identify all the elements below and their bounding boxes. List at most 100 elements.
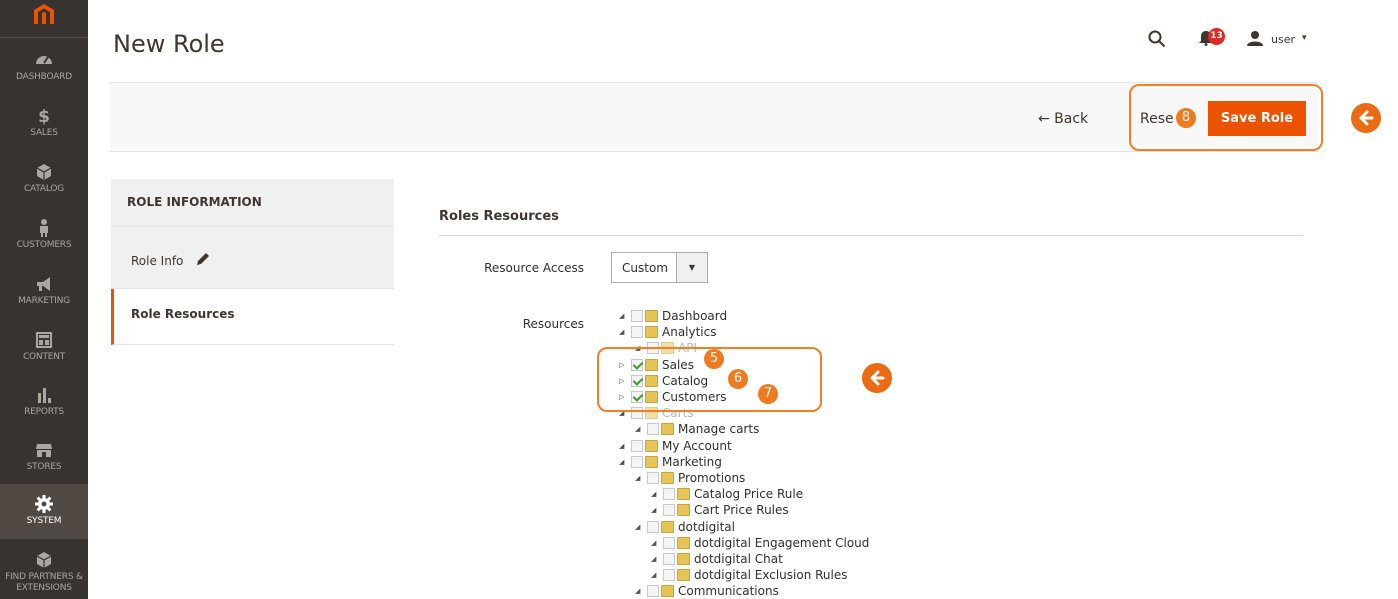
folder-icon <box>645 310 658 322</box>
dashboard-icon <box>36 56 52 64</box>
tree-node-label[interactable]: Catalog Price Rule <box>694 487 803 501</box>
tree-node[interactable]: ◢ dotdigital Exclusion Rules <box>651 567 848 583</box>
bar-chart-icon <box>38 388 51 403</box>
collapse-arrow-icon[interactable]: ◢ <box>651 535 659 551</box>
sidebar-item-label: MARKETING <box>18 296 70 306</box>
tree-checkbox[interactable] <box>647 521 659 533</box>
tree-checkbox[interactable] <box>647 585 659 597</box>
resource-access-select[interactable]: Custom ▼ <box>611 252 708 283</box>
tree-node[interactable]: ◢ Dashboard <box>619 308 727 324</box>
tree-node-label[interactable]: dotdigital Chat <box>694 552 783 566</box>
tab-role-resources[interactable]: Role Resources <box>111 289 394 345</box>
step-marker-8: 8 <box>1176 108 1196 128</box>
folder-icon <box>677 569 690 581</box>
collapse-arrow-icon[interactable]: ◢ <box>651 551 659 567</box>
cube-icon <box>36 552 52 568</box>
folder-icon <box>677 504 690 516</box>
sidebar-item-content[interactable]: CONTENT <box>0 320 88 375</box>
tree-node-label[interactable]: Promotions <box>678 471 745 485</box>
tree-node[interactable]: ◢ dotdigital Chat <box>651 551 783 567</box>
search-icon[interactable] <box>1148 30 1166 48</box>
user-name[interactable]: user <box>1271 33 1295 46</box>
sidebar-item-find-partners-extensions[interactable]: FIND PARTNERS & EXTENSIONS <box>0 540 88 595</box>
tree-node[interactable]: ◢ dotdigital Engagement Cloud <box>651 535 869 551</box>
folder-icon <box>661 423 674 435</box>
tree-node-label[interactable]: Communications <box>678 584 779 598</box>
collapse-arrow-icon[interactable]: ◢ <box>619 454 627 470</box>
tree-node-label[interactable]: Dashboard <box>662 309 727 323</box>
tree-node[interactable]: ◢ Catalog Price Rule <box>651 486 803 502</box>
folder-icon <box>645 440 658 452</box>
collapse-arrow-icon[interactable]: ◢ <box>619 308 627 324</box>
tree-node-label[interactable]: Cart Price Rules <box>694 503 789 517</box>
user-menu-caret[interactable]: ▾ <box>1302 33 1307 43</box>
folder-icon <box>661 472 674 484</box>
sidebar-item-stores[interactable]: STORES <box>0 430 88 485</box>
tab-role-info-label: Role Info <box>131 254 184 268</box>
tree-checkbox[interactable] <box>663 569 675 581</box>
tree-checkbox[interactable] <box>631 310 643 322</box>
tab-role-info[interactable]: Role Info <box>111 227 394 289</box>
tree-checkbox[interactable] <box>663 553 675 565</box>
tree-checkbox[interactable] <box>631 456 643 468</box>
pencil-icon <box>197 253 209 265</box>
tree-node-label[interactable]: dotdigital Exclusion Rules <box>694 568 848 582</box>
tree-node-label[interactable]: Manage carts <box>678 422 759 436</box>
tree-checkbox[interactable] <box>631 326 643 338</box>
step-marker-6: 6 <box>728 369 748 389</box>
tree-node-label[interactable]: My Account <box>662 439 732 453</box>
section-divider <box>439 235 1303 236</box>
tree-checkbox[interactable] <box>647 472 659 484</box>
tree-node[interactable]: ◢ Marketing <box>619 454 722 470</box>
tree-node[interactable]: ◢ Cart Price Rules <box>651 502 789 518</box>
role-tabs-panel: ROLE INFORMATION Role Info Role Resource… <box>111 179 394 345</box>
tree-checkbox[interactable] <box>663 488 675 500</box>
collapse-arrow-icon[interactable]: ◢ <box>635 421 643 437</box>
collapse-arrow-icon[interactable]: ◢ <box>651 502 659 518</box>
tab-role-resources-label: Role Resources <box>131 307 235 321</box>
user-icon[interactable] <box>1246 30 1264 46</box>
sidebar-item-sales[interactable]: $ SALES <box>0 96 88 151</box>
logo-icon <box>34 4 54 24</box>
sidebar-item-system[interactable]: SYSTEM <box>0 484 88 539</box>
tree-checkbox[interactable] <box>663 537 675 549</box>
collapse-arrow-icon[interactable]: ◢ <box>635 519 643 535</box>
tree-node[interactable]: ◢ Communications <box>635 583 779 599</box>
sidebar-item-marketing[interactable]: MARKETING <box>0 264 88 319</box>
tree-node-label[interactable]: Marketing <box>662 455 722 469</box>
sidebar-item-catalog[interactable]: CATALOG <box>0 152 88 207</box>
sidebar-item-reports[interactable]: REPORTS <box>0 375 88 430</box>
arrow-left-icon <box>870 370 885 386</box>
megaphone-icon <box>37 277 50 291</box>
notification-count-badge[interactable]: 13 <box>1208 28 1225 45</box>
step-marker-7: 7 <box>758 384 778 404</box>
sidebar-item-dashboard[interactable]: DASHBOARD <box>0 40 88 95</box>
collapse-arrow-icon[interactable]: ◢ <box>651 486 659 502</box>
tree-node[interactable]: ◢ Promotions <box>635 470 745 486</box>
collapse-arrow-icon[interactable]: ◢ <box>651 567 659 583</box>
folder-icon <box>677 553 690 565</box>
tree-checkbox[interactable] <box>663 504 675 516</box>
tree-node[interactable]: ◢ dotdigital <box>635 519 735 535</box>
sidebar-item-customers[interactable]: CUSTOMERS <box>0 208 88 263</box>
collapse-arrow-icon[interactable]: ◢ <box>635 470 643 486</box>
tree-checkbox[interactable] <box>631 440 643 452</box>
collapse-arrow-icon[interactable]: ◢ <box>635 583 643 599</box>
magento-logo[interactable] <box>0 0 88 38</box>
collapse-arrow-icon[interactable]: ◢ <box>619 438 627 454</box>
tree-node[interactable]: ◢ Analytics <box>619 324 717 340</box>
tree-node-label[interactable]: dotdigital <box>678 520 735 534</box>
tree-node[interactable]: ◢ Manage carts <box>635 421 759 437</box>
tree-checkbox[interactable] <box>647 423 659 435</box>
sidebar-item-label: REPORTS <box>24 407 64 417</box>
tree-node-label[interactable]: Analytics <box>662 325 717 339</box>
back-button[interactable]: ← Back <box>1038 111 1088 127</box>
tree-node[interactable]: ◢ My Account <box>619 438 732 454</box>
admin-sidebar: DASHBOARD $ SALES CATALOG CUSTOMERS MARKETING… <box>0 0 88 599</box>
tree-node-label[interactable]: dotdigital Engagement Cloud <box>694 536 869 550</box>
chevron-down-icon: ▼ <box>676 253 707 282</box>
folder-icon <box>677 537 690 549</box>
collapse-arrow-icon[interactable]: ◢ <box>619 324 627 340</box>
sidebar-item-label: SYSTEM <box>26 516 62 526</box>
save-highlight-box <box>1129 84 1323 151</box>
